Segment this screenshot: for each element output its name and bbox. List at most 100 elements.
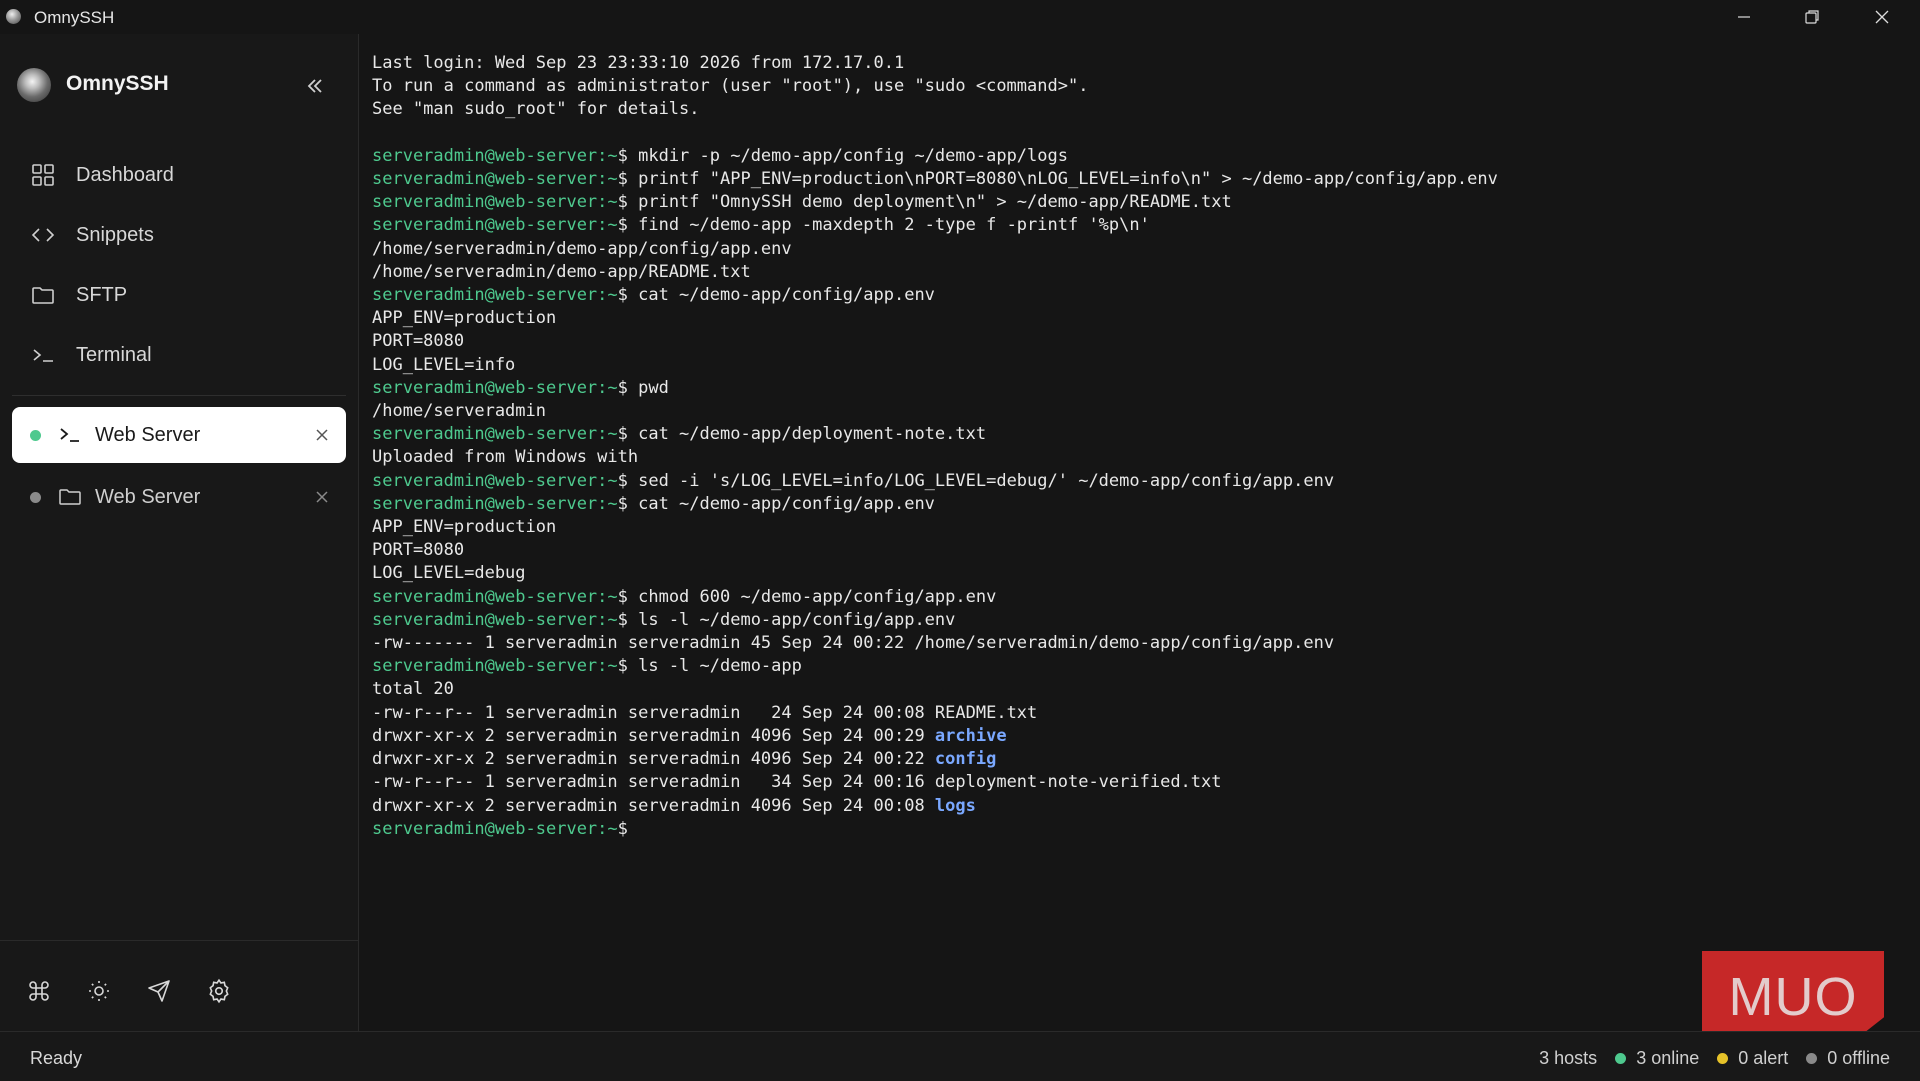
close-icon — [316, 491, 328, 503]
nav-label: Terminal — [76, 343, 152, 366]
brand-name: OmnySSH — [66, 72, 169, 95]
terminal-line: APP_ENV=production — [372, 517, 557, 538]
ls-directory-name: archive — [934, 725, 1007, 746]
shell-prompt: serveradmin@web-server:~ — [372, 424, 618, 445]
terminal-panel[interactable]: Last login: Wed Sep 23 23:33:10 2026 fro… — [359, 34, 1920, 1031]
terminal-line: To run a command as administrator (user … — [372, 76, 1089, 97]
shell-command: $ ls -l ~/demo-app — [617, 656, 802, 677]
watermark-text: MUO — [1728, 967, 1858, 1027]
shell-prompt: serveradmin@web-server:~ — [372, 215, 618, 236]
terminal-line: LOG_LEVEL=info — [372, 354, 516, 375]
folder-icon — [28, 280, 58, 310]
status-dot — [30, 491, 41, 503]
shell-command: $ cat ~/demo-app/config/app.env — [617, 285, 935, 306]
terminal-line: serveradmin@web-server:~$ ls -l ~/demo-a… — [372, 609, 1498, 632]
terminal-icon — [28, 340, 58, 370]
terminal-line: Uploaded from Windows with — [372, 447, 639, 468]
send-icon — [148, 980, 170, 1002]
chevrons-left-icon — [307, 79, 322, 93]
terminal-line: /home/serveradmin — [372, 401, 546, 422]
terminal-line: PORT=8080 — [372, 540, 465, 561]
session-label: Web Server — [95, 485, 201, 508]
shell-prompt: serveradmin@web-server:~ — [372, 586, 618, 607]
window-title: OmnySSH — [34, 8, 115, 27]
minimize-button[interactable] — [1710, 0, 1778, 34]
shell-prompt: serveradmin@web-server:~ — [372, 377, 618, 398]
code-icon — [28, 220, 58, 250]
collapse-sidebar-button[interactable] — [300, 71, 330, 101]
shell-command: $ cat ~/demo-app/deployment-note.txt — [617, 424, 987, 445]
sidebar: OmnySSH Dashboard Snippets SFTP Terminal… — [0, 34, 359, 1031]
command-palette-button[interactable] — [21, 973, 57, 1009]
terminal-line: serveradmin@web-server:~$ printf "OmnySS… — [372, 191, 1498, 214]
shell-prompt: serveradmin@web-server:~ — [372, 145, 618, 166]
terminal-line: PORT=8080 — [372, 331, 465, 352]
theme-toggle-button[interactable] — [81, 973, 117, 1009]
terminal-line: serveradmin@web-server:~$ printf "APP_EN… — [372, 168, 1498, 191]
session-label: Web Server — [95, 423, 201, 446]
nav-dashboard[interactable]: Dashboard — [12, 150, 346, 200]
shell-command: $ chmod 600 ~/demo-app/config/app.env — [617, 586, 997, 607]
shell-command: $ sed -i 's/LOG_LEVEL=info/LOG_LEVEL=deb… — [617, 470, 1335, 491]
gear-icon — [209, 978, 229, 1004]
terminal-line: drwxr-xr-x 2 serveradmin serveradmin 409… — [372, 725, 1498, 748]
restore-icon — [1805, 10, 1819, 24]
terminal-line: serveradmin@web-server:~$ sed -i 's/LOG_… — [372, 470, 1498, 493]
watermark-logo: MUO — [1702, 951, 1884, 1043]
terminal-line: -rw-r--r-- 1 serveradmin serveradmin 34 … — [372, 771, 1498, 794]
app-logo-icon — [6, 9, 21, 24]
terminal-line: APP_ENV=production — [372, 308, 557, 329]
terminal-line: See "man sudo_root" for details. — [372, 99, 700, 120]
online-count: 3 online — [1615, 1048, 1699, 1069]
shell-command: $ cat ~/demo-app/config/app.env — [617, 493, 935, 514]
ls-directory-name: config — [934, 749, 997, 770]
close-icon — [1875, 10, 1889, 24]
grid-icon — [28, 160, 58, 190]
terminal-line: Last login: Wed Sep 23 23:33:10 2026 fro… — [372, 53, 905, 73]
ls-meta: -rw-r--r-- 1 serveradmin serveradmin 34 … — [372, 772, 935, 793]
alert-dot — [1717, 1053, 1729, 1064]
send-button[interactable] — [141, 973, 177, 1009]
shell-command: $ mkdir -p ~/demo-app/config ~/demo-app/… — [617, 145, 1068, 166]
close-session-button[interactable] — [310, 423, 334, 447]
close-icon — [316, 429, 328, 441]
shell-command: $ find ~/demo-app -maxdepth 2 -type f -p… — [617, 215, 1150, 236]
nav-snippets[interactable]: Snippets — [12, 210, 346, 260]
shell-prompt: serveradmin@web-server:~ — [372, 609, 618, 630]
maximize-button[interactable] — [1778, 0, 1846, 34]
alert-count: 0 alert — [1717, 1048, 1788, 1069]
terminal-line: drwxr-xr-x 2 serveradmin serveradmin 409… — [372, 748, 1498, 771]
sidebar-footer-divider — [0, 940, 358, 941]
terminal-line: total 20 — [372, 679, 454, 700]
minimize-icon — [1738, 16, 1750, 18]
close-session-button[interactable] — [310, 485, 334, 509]
terminal-output[interactable]: Last login: Wed Sep 23 23:33:10 2026 fro… — [372, 52, 1498, 841]
terminal-line: -rw------- 1 serveradmin serveradmin 45 … — [372, 633, 1335, 654]
status-dot — [30, 429, 41, 441]
terminal-line: serveradmin@web-server:~$ cat ~/demo-app… — [372, 284, 1498, 307]
ls-file-name: deployment-note-verified.txt — [934, 772, 1222, 793]
title-bar: OmnySSH — [0, 0, 1920, 34]
terminal-icon — [57, 424, 83, 446]
shell-prompt: serveradmin@web-server:~ — [372, 656, 618, 677]
command-icon — [29, 981, 49, 1001]
ls-meta: drwxr-xr-x 2 serveradmin serveradmin 409… — [372, 725, 935, 746]
status-text: Ready — [30, 1048, 83, 1068]
terminal-line: serveradmin@web-server:~$ find ~/demo-ap… — [372, 214, 1498, 237]
shell-command: $ ls -l ~/demo-app/config/app.env — [617, 609, 956, 630]
session-tab-sftp[interactable]: Web Server — [12, 469, 346, 525]
terminal-line: -rw-r--r-- 1 serveradmin serveradmin 24 … — [372, 702, 1498, 725]
ls-meta: drwxr-xr-x 2 serveradmin serveradmin 409… — [372, 749, 935, 770]
terminal-line: /home/serveradmin/demo-app/README.txt — [372, 261, 751, 282]
hosts-count: 3 hosts — [1539, 1048, 1598, 1068]
shell-command: $ — [617, 818, 639, 839]
settings-button[interactable] — [201, 973, 237, 1009]
shell-prompt: serveradmin@web-server:~ — [372, 818, 618, 839]
close-window-button[interactable] — [1848, 0, 1916, 34]
nav-terminal[interactable]: Terminal — [12, 330, 346, 380]
nav-sftp[interactable]: SFTP — [12, 270, 346, 320]
sun-icon — [89, 981, 109, 1001]
session-tab-terminal[interactable]: Web Server — [12, 407, 346, 463]
nav-label: Dashboard — [76, 163, 174, 186]
